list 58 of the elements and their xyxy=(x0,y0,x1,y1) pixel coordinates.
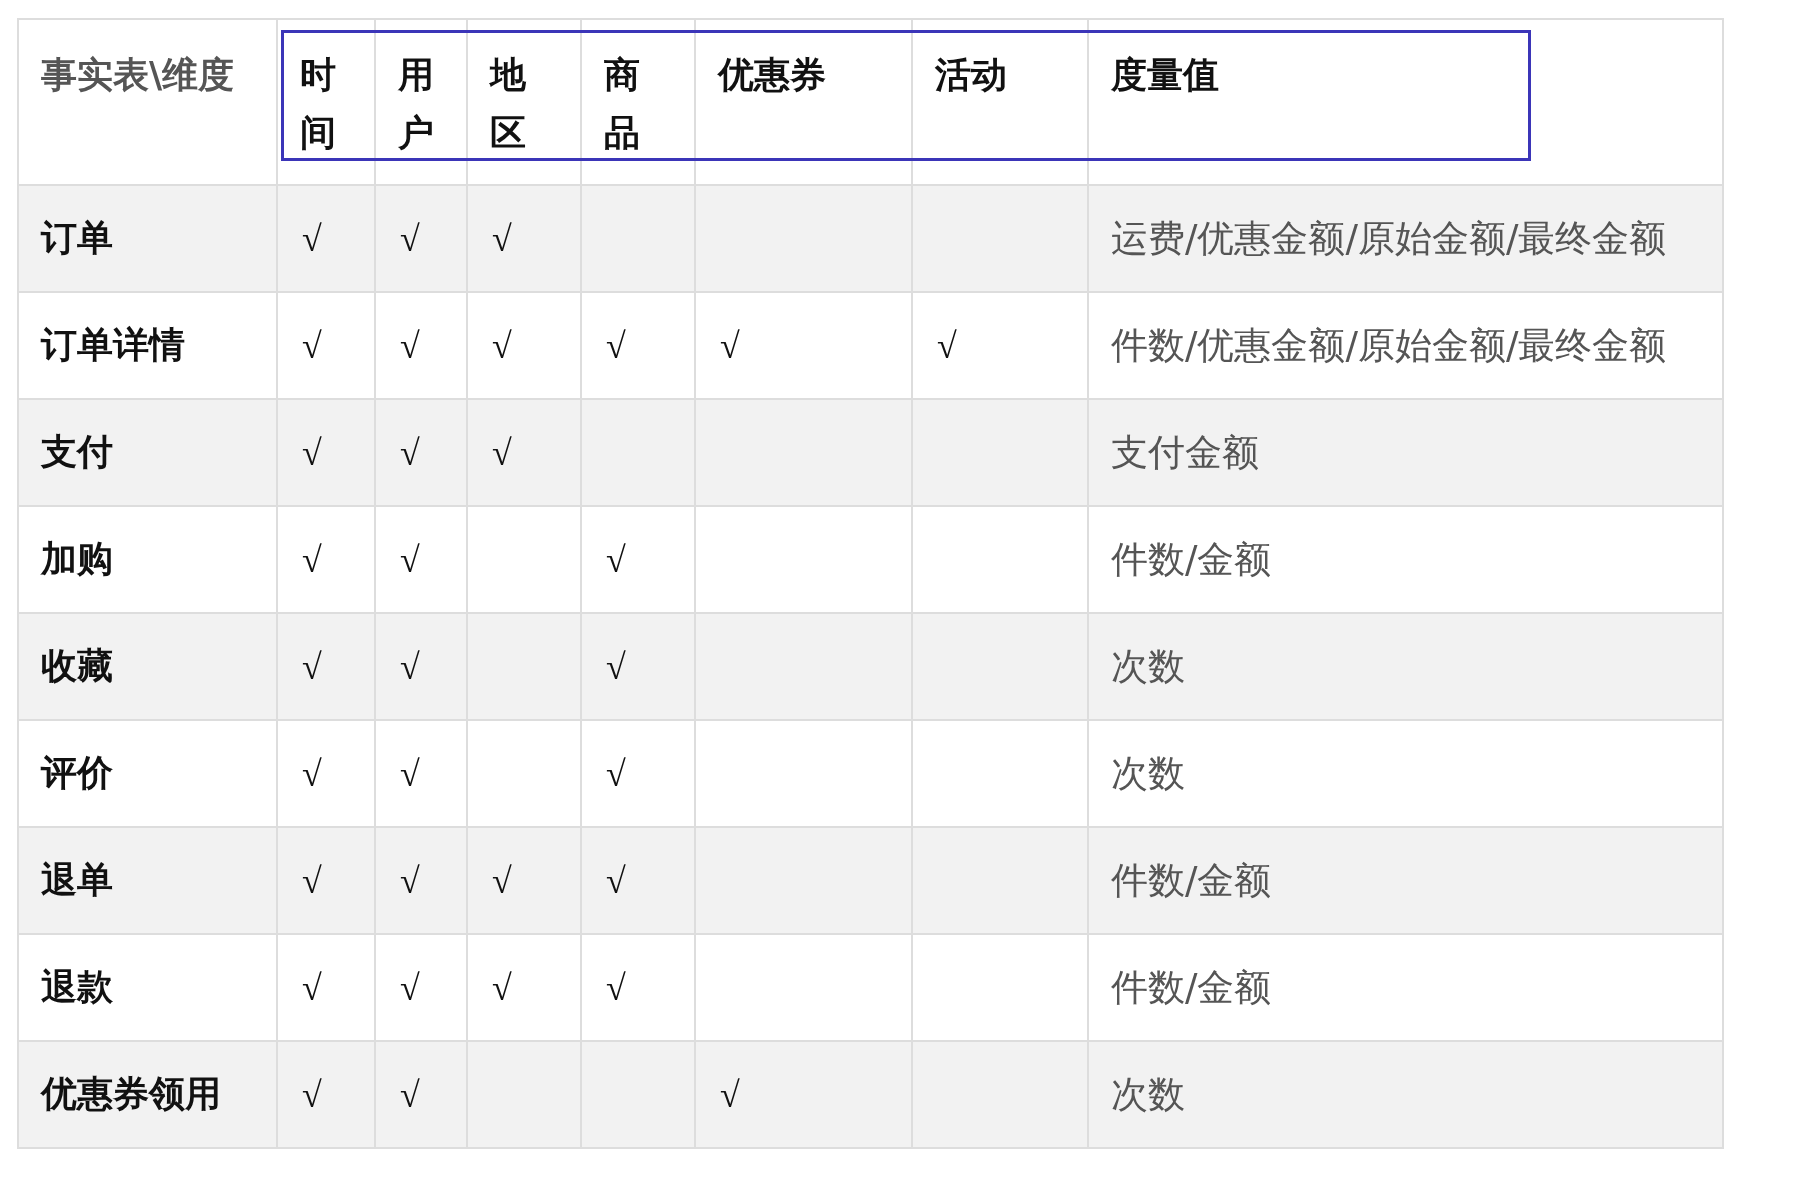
check-mark: √ xyxy=(400,432,420,473)
row-header: 订单 xyxy=(41,217,113,258)
check-mark: √ xyxy=(492,967,512,1008)
check-mark: √ xyxy=(606,325,626,366)
table-cell: 次数 xyxy=(1111,751,1185,795)
row-header: 评价 xyxy=(41,752,113,793)
check-mark: √ xyxy=(302,218,322,259)
column-header: 活动 xyxy=(935,54,1007,95)
check-mark: √ xyxy=(606,539,626,580)
column-header: 用户 xyxy=(398,53,434,155)
check-mark: √ xyxy=(606,860,626,901)
check-mark: √ xyxy=(302,325,322,366)
check-mark: √ xyxy=(400,646,420,687)
row-header: 收藏 xyxy=(41,645,113,686)
check-mark: √ xyxy=(606,967,626,1008)
check-mark: √ xyxy=(492,325,512,366)
check-mark: √ xyxy=(606,646,626,687)
table-cell: 件数/金额 xyxy=(1111,965,1272,1009)
check-mark: √ xyxy=(302,646,322,687)
row-header: 加购 xyxy=(41,538,113,579)
check-mark: √ xyxy=(302,1074,322,1115)
check-mark: √ xyxy=(400,325,420,366)
row-header: 优惠券领用 xyxy=(41,1073,221,1114)
check-mark: √ xyxy=(400,753,420,794)
column-header: 度量值 xyxy=(1111,54,1219,95)
table-cell: 支付金额 xyxy=(1111,430,1259,474)
table-cell: 件数/金额 xyxy=(1111,858,1272,902)
check-mark: √ xyxy=(302,860,322,901)
check-mark: √ xyxy=(302,432,322,473)
check-mark: √ xyxy=(400,967,420,1008)
column-header: 时间 xyxy=(300,53,336,155)
check-mark: √ xyxy=(400,1074,420,1115)
table-cell: 件数/金额 xyxy=(1111,537,1272,581)
check-mark: √ xyxy=(720,325,740,366)
column-header: 事实表\维度 xyxy=(41,54,235,95)
column-header: 地区 xyxy=(490,53,526,155)
check-mark: √ xyxy=(492,860,512,901)
check-mark: √ xyxy=(937,325,957,366)
row-header: 支付 xyxy=(41,431,113,472)
check-mark: √ xyxy=(302,753,322,794)
column-header: 优惠券 xyxy=(718,54,826,95)
check-mark: √ xyxy=(606,753,626,794)
check-mark: √ xyxy=(302,967,322,1008)
row-header: 订单详情 xyxy=(41,324,185,365)
check-mark: √ xyxy=(400,539,420,580)
check-mark: √ xyxy=(720,1074,740,1115)
table-cell: 运费/优惠金额/原始金额/最终金额 xyxy=(1111,216,1667,260)
row-header: 退款 xyxy=(41,966,113,1007)
check-mark: √ xyxy=(492,432,512,473)
check-mark: √ xyxy=(400,218,420,259)
row-header: 退单 xyxy=(41,859,113,900)
table-cell: 件数/优惠金额/原始金额/最终金额 xyxy=(1111,323,1667,367)
check-mark: √ xyxy=(492,218,512,259)
check-mark: √ xyxy=(400,860,420,901)
table-cell: 次数 xyxy=(1111,1072,1185,1116)
check-mark: √ xyxy=(302,539,322,580)
column-header: 商品 xyxy=(604,53,640,155)
table-cell: 次数 xyxy=(1111,644,1185,688)
